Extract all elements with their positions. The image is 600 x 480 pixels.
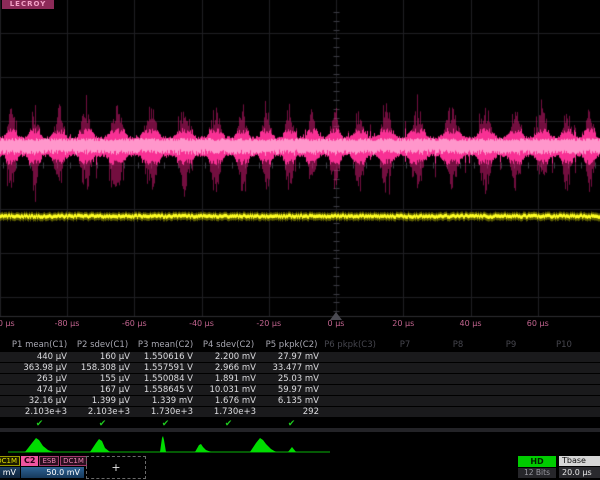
- measurement-value: 1.557591 V: [134, 363, 193, 373]
- measurement-value: 59.97 mV: [260, 385, 319, 395]
- measurement-header-unused[interactable]: P6 pkpk(C3): [324, 340, 376, 351]
- hd-mode-badge[interactable]: HD: [518, 456, 556, 467]
- measurement-value: 1.339 mV: [134, 396, 193, 406]
- measurement-value: 6.135 mV: [260, 396, 319, 406]
- table-row: 2.103e+3 2.103e+3 1.730e+3 1.730e+3 292: [0, 407, 600, 417]
- measurement-header[interactable]: P3 mean(C2): [138, 340, 193, 351]
- measurement-value: 2.103e+3: [8, 407, 67, 417]
- measurement-histicons[interactable]: [0, 432, 600, 455]
- table-row: 440 µV 160 µV 1.550616 V 2.200 mV 27.97 mV: [0, 352, 600, 362]
- hd-bits-label: 12 Bits: [518, 468, 556, 478]
- c1-vertical-scale: 0 mV: [0, 467, 20, 478]
- c2-coupling-badge: DC1M: [60, 456, 87, 466]
- measurement-value: 27.97 mV: [260, 352, 319, 362]
- measurement-value: 263 µV: [8, 374, 67, 384]
- measurement-header-unused[interactable]: P7: [400, 340, 411, 351]
- measurement-table: P1 mean(C1) P2 sdev(C1) P3 mean(C2) P4 sdev…: [0, 338, 600, 430]
- measurement-header[interactable]: P5 pkpk(C2): [266, 340, 318, 351]
- measurement-value: 1.730e+3: [134, 407, 193, 417]
- timebase-descriptor[interactable]: Tbase 20.0 µs: [559, 456, 600, 479]
- table-row: 363.98 µV 158.308 µV 1.557591 V 2.966 mV 33.…: [0, 363, 600, 373]
- timebase-label: -80 µs: [55, 319, 80, 328]
- timebase-label: 60 µs: [527, 319, 549, 328]
- c2-flag-badge: ESB: [39, 456, 59, 466]
- timebase-label: -100 µs: [0, 319, 15, 328]
- measurement-value: 167 µV: [71, 385, 130, 395]
- measurement-header-unused[interactable]: P8: [453, 340, 464, 351]
- measurement-value: 292: [260, 407, 319, 417]
- histicon-peak[interactable]: [250, 438, 276, 452]
- measurement-value: 1.558645 V: [134, 385, 193, 395]
- brand-badge: LECROY: [2, 0, 54, 9]
- measurement-header[interactable]: P4 sdev(C2): [203, 340, 254, 351]
- measurement-header[interactable]: P1 mean(C1): [12, 340, 67, 351]
- timebase-label: 20 µs: [392, 319, 414, 328]
- table-row: 32.16 µV 1.399 µV 1.339 mV 1.676 mV 6.135 mV: [0, 396, 600, 406]
- oscilloscope-screen: LECROY -100 µs -80 µs -60 µs -40 µs -20 µs 0 …: [0, 0, 600, 480]
- measurement-value: 440 µV: [8, 352, 67, 362]
- c1-coupling-badge: DC1M: [0, 456, 20, 466]
- measurement-value: 158.308 µV: [71, 363, 130, 373]
- measurement-value: 1.730e+3: [197, 407, 256, 417]
- histicon-peak[interactable]: [25, 438, 53, 452]
- channel-c2-descriptor[interactable]: C2 ESB DC1M 50.0 mV: [21, 455, 84, 478]
- timebase-label: -40 µs: [189, 319, 214, 328]
- timebase-label: 40 µs: [460, 319, 482, 328]
- timebase-label: -20 µs: [256, 319, 281, 328]
- table-header-row: P1 mean(C1) P2 sdev(C1) P3 mean(C2) P4 sdev…: [0, 340, 600, 351]
- timebase-label: 0 µs: [328, 319, 345, 328]
- measurement-value: 474 µV: [8, 385, 67, 395]
- measurement-value: 1.550616 V: [134, 352, 193, 362]
- measurement-value: 33.477 mV: [260, 363, 319, 373]
- measurement-value: 2.966 mV: [197, 363, 256, 373]
- histicon-peak[interactable]: [288, 447, 296, 452]
- timebase-label: -60 µs: [122, 319, 147, 328]
- measurement-header-unused[interactable]: P9: [506, 340, 517, 351]
- measurement-header[interactable]: P2 sdev(C1): [77, 340, 128, 351]
- timebase-value: 20.0 µs: [559, 467, 600, 478]
- waveform-display[interactable]: [0, 0, 600, 318]
- measurement-value: 155 µV: [71, 374, 130, 384]
- measurement-value: 2.103e+3: [71, 407, 130, 417]
- c2-vertical-scale: 50.0 mV: [21, 467, 84, 478]
- add-trace-button[interactable]: +: [86, 456, 146, 479]
- measurement-value: 1.550084 V: [134, 374, 193, 384]
- table-row: 474 µV 167 µV 1.558645 V 10.031 mV 59.97 mV: [0, 385, 600, 395]
- timebase-title: Tbase: [559, 456, 600, 466]
- histicon-peak[interactable]: [90, 439, 110, 452]
- histicon-peak[interactable]: [160, 436, 166, 452]
- channel-c1-descriptor[interactable]: DC1M 0 mV: [0, 455, 20, 478]
- measurement-value: 25.03 mV: [260, 374, 319, 384]
- measurement-value: 2.200 mV: [197, 352, 256, 362]
- measurement-value: 10.031 mV: [197, 385, 256, 395]
- measurement-value: 363.98 µV: [8, 363, 67, 373]
- measurement-value: 1.399 µV: [71, 396, 130, 406]
- measurement-value: 1.676 mV: [197, 396, 256, 406]
- c2-channel-badge: C2: [21, 456, 38, 466]
- measurement-value: 160 µV: [71, 352, 130, 362]
- table-row: 263 µV 155 µV 1.550084 V 1.891 mV 25.03 mV: [0, 374, 600, 384]
- measurement-value: 1.891 mV: [197, 374, 256, 384]
- measurement-value: 32.16 µV: [8, 396, 67, 406]
- measurement-header-unused[interactable]: P10: [556, 340, 572, 351]
- histicon-peak[interactable]: [195, 444, 211, 452]
- timebase-axis-labels: -100 µs -80 µs -60 µs -40 µs -20 µs 0 µs 20 µs…: [0, 319, 600, 331]
